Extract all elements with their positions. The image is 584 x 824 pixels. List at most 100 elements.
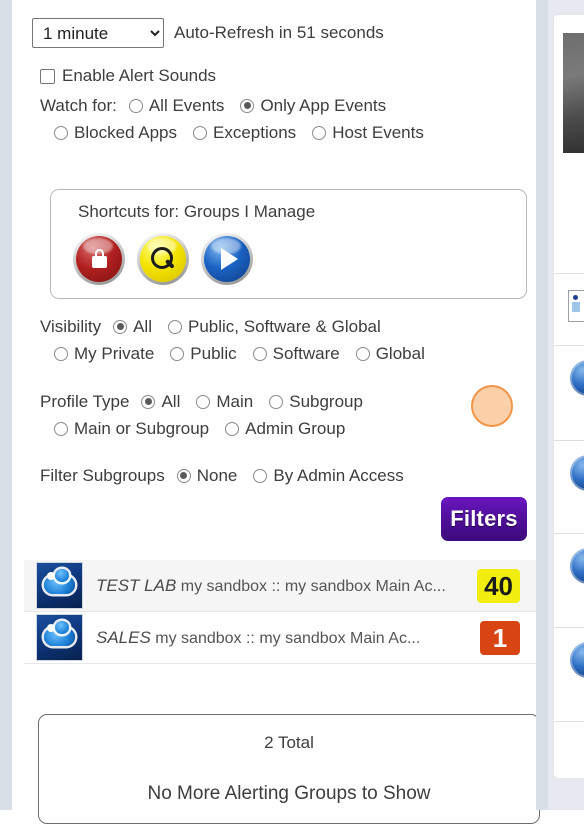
radio-visibility-global[interactable]: Global (355, 343, 425, 364)
globe-icon[interactable] (570, 642, 584, 678)
radio-exceptions[interactable]: Exceptions (193, 123, 296, 143)
radio-profile-main-or-subgroup[interactable]: Main or Subgroup (54, 419, 209, 439)
no-more-groups-message: No More Alerting Groups to Show (147, 783, 431, 804)
group-text: TEST LAB my sandbox :: my sandbox Main A… (96, 576, 477, 596)
right-side-panel (548, 0, 584, 810)
profile-type-label: Profile Type (40, 391, 130, 411)
radio-profile-subgroup-input[interactable] (269, 394, 284, 409)
radio-visibility-all-label: All (133, 316, 152, 336)
enable-alert-sounds-checkbox[interactable] (40, 68, 55, 84)
visibility-row-1: Visibility All Public, Software & Global (40, 313, 441, 340)
radio-visibility-my-private-input[interactable] (54, 346, 68, 361)
document-icon[interactable] (568, 290, 584, 322)
globe-icon[interactable] (570, 455, 584, 491)
panel-gutter (536, 0, 548, 810)
radio-profile-admin-group-input[interactable] (225, 421, 240, 436)
radio-visibility-all-input[interactable] (113, 319, 128, 334)
radio-profile-all[interactable]: All (141, 392, 180, 412)
radio-visibility-my-private-label: My Private (74, 343, 155, 363)
filter-subgroups-label: Filter Subgroups (40, 465, 165, 485)
radio-filter-none-label: None (196, 465, 238, 485)
radio-profile-subgroup-label: Subgroup (289, 391, 363, 411)
radio-host-events-label: Host Events (332, 122, 424, 142)
radio-visibility-software[interactable]: Software (252, 343, 340, 364)
radio-profile-admin-group-label: Admin Group (245, 418, 346, 438)
visibility-group: Visibility All Public, Software & Global… (40, 313, 441, 367)
radio-visibility-public-software-global-input[interactable] (168, 319, 182, 334)
radio-visibility-public-input[interactable] (170, 346, 185, 361)
alerting-groups-list: TEST LAB my sandbox :: my sandbox Main A… (24, 560, 536, 664)
radio-blocked-apps-label: Blocked Apps (74, 122, 178, 142)
radio-exceptions-input[interactable] (193, 125, 208, 140)
watch-for-group: Watch for: All Events Only App Events Bl… (40, 92, 440, 146)
radio-filter-none-input[interactable] (176, 468, 191, 483)
right-panel-card (553, 14, 584, 779)
radio-profile-main-input[interactable] (196, 394, 211, 409)
radio-profile-admin-group[interactable]: Admin Group (225, 419, 345, 439)
radio-visibility-public[interactable]: Public (170, 344, 237, 364)
radio-host-events-input[interactable] (312, 125, 327, 140)
radio-host-events[interactable]: Host Events (312, 123, 424, 143)
shortcuts-icon-row (73, 233, 253, 285)
alerting-groups-panel: 1 minute Auto-Refresh in 51 seconds Enab… (12, 0, 540, 824)
globe-icon[interactable] (570, 548, 584, 584)
radio-all-events-input[interactable] (128, 98, 143, 113)
radio-only-app-events[interactable]: Only App Events (240, 96, 386, 116)
radio-filter-by-admin-access-input[interactable] (253, 468, 268, 483)
shortcuts-box: Shortcuts for: Groups I Manage (50, 189, 527, 299)
profile-type-row-1: Profile Type All Main Subgroup (40, 388, 379, 415)
radio-filter-by-admin-access[interactable]: By Admin Access (253, 465, 404, 486)
radio-filter-none[interactable]: None (176, 465, 238, 486)
group-name: SALES (96, 627, 151, 647)
enable-alert-sounds-row[interactable]: Enable Alert Sounds (40, 66, 216, 86)
watch-for-row-2: Blocked Apps Exceptions Host Events (40, 119, 440, 146)
refresh-interval-select[interactable]: 1 minute (32, 18, 164, 48)
group-path: my sandbox :: my sandbox Main Ac... (180, 577, 446, 595)
radio-only-app-events-label: Only App Events (260, 95, 387, 115)
globe-icon[interactable] (570, 360, 584, 396)
auto-refresh-row: 1 minute Auto-Refresh in 51 seconds (32, 18, 384, 48)
total-count: 2 Total (264, 733, 314, 752)
status-badge[interactable]: 40 (477, 568, 520, 603)
group-cloud-icon (36, 562, 83, 609)
radio-filter-by-admin-access-label: By Admin Access (273, 465, 404, 485)
radio-blocked-apps-input[interactable] (54, 125, 68, 140)
radio-visibility-public-software-global[interactable]: Public, Software & Global (168, 317, 381, 337)
lock-icon[interactable] (73, 233, 125, 285)
shortcuts-title: Shortcuts for: Groups I Manage (78, 202, 316, 221)
watch-for-row-1: Watch for: All Events Only App Events (40, 92, 440, 119)
filters-button[interactable]: Filters (441, 497, 527, 541)
status-badge[interactable]: 1 (480, 620, 520, 655)
auto-refresh-status: Auto-Refresh in 51 seconds (174, 23, 384, 42)
profile-type-group: Profile Type All Main Subgroup Main or S… (40, 388, 379, 442)
table-row[interactable]: TEST LAB my sandbox :: my sandbox Main A… (24, 560, 536, 612)
group-text: SALES my sandbox :: my sandbox Main Ac..… (96, 628, 480, 648)
radio-all-events[interactable]: All Events (128, 96, 224, 116)
radio-profile-main[interactable]: Main (196, 392, 253, 412)
visibility-label: Visibility (40, 316, 102, 336)
profile-type-row-2: Main or Subgroup Admin Group (40, 415, 379, 442)
radio-blocked-apps[interactable]: Blocked Apps (54, 123, 177, 143)
video-thumbnail[interactable] (563, 33, 584, 153)
group-name: TEST LAB (96, 575, 177, 595)
group-path: my sandbox :: my sandbox Main Ac... (155, 629, 421, 647)
search-icon[interactable] (137, 233, 189, 285)
table-row[interactable]: SALES my sandbox :: my sandbox Main Ac..… (24, 612, 536, 664)
filter-subgroups-row: Filter Subgroups None By Admin Access (40, 462, 420, 489)
radio-exceptions-label: Exceptions (213, 122, 297, 142)
radio-visibility-public-software-global-label: Public, Software & Global (188, 316, 381, 336)
play-icon[interactable] (201, 233, 253, 285)
radio-profile-main-label: Main (216, 391, 254, 411)
radio-profile-main-or-subgroup-input[interactable] (54, 421, 68, 436)
radio-visibility-all[interactable]: All (113, 317, 152, 337)
radio-visibility-software-input[interactable] (252, 346, 267, 361)
radio-visibility-global-label: Global (375, 343, 425, 363)
radio-visibility-my-private[interactable]: My Private (54, 344, 154, 364)
cursor-click-indicator (471, 385, 513, 427)
radio-visibility-global-input[interactable] (355, 346, 370, 361)
radio-only-app-events-input[interactable] (240, 98, 255, 113)
radio-profile-subgroup[interactable]: Subgroup (269, 392, 363, 412)
radio-profile-all-input[interactable] (141, 394, 156, 409)
watch-for-label: Watch for: (40, 95, 117, 115)
radio-visibility-software-label: Software (272, 343, 340, 363)
